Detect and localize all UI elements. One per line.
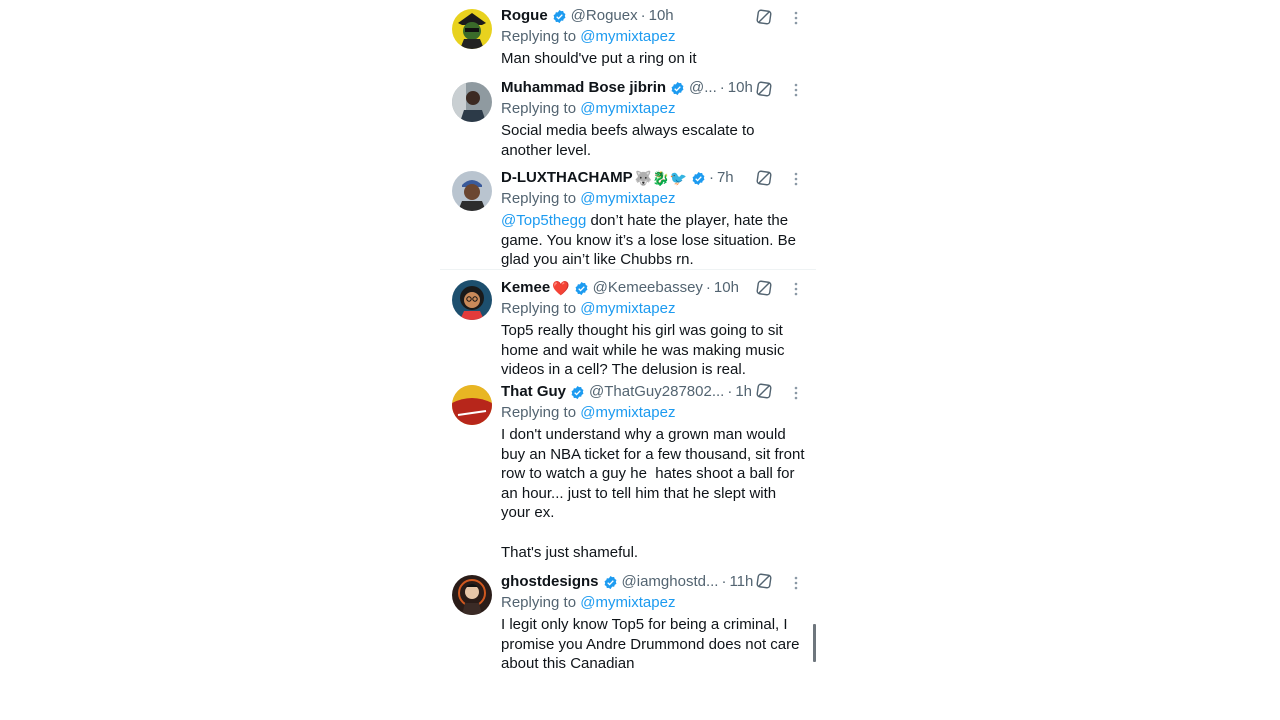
author-handle[interactable]: @Roguex xyxy=(571,6,638,26)
separator-dot: · xyxy=(705,279,711,296)
reply-feed: Rogue @Roguex · 10h Replying to @mymixta… xyxy=(440,0,816,720)
verified-badge-icon xyxy=(691,171,706,186)
author-name[interactable]: Muhammad Bose jibrin xyxy=(501,78,666,98)
avatar-cartoon-icon[interactable] xyxy=(452,9,492,49)
reply-item[interactable]: Rogue @Roguex · 10h Replying to @mymixta… xyxy=(440,6,816,70)
grok-icon[interactable] xyxy=(755,382,773,400)
more-options-icon[interactable] xyxy=(788,82,804,98)
reply-text: I don't understand why a grown man would… xyxy=(501,426,805,561)
reply-text: Top5 really thought his girl was going t… xyxy=(501,322,789,379)
timestamp[interactable]: 1h xyxy=(735,382,752,402)
separator-dot: · xyxy=(719,79,725,96)
author-handle[interactable]: @iamghostd... xyxy=(622,572,719,592)
replying-to-mention[interactable]: @mymixtapez xyxy=(580,594,675,611)
author-handle[interactable]: @Kemeebassey xyxy=(593,278,703,298)
timestamp[interactable]: 10h xyxy=(649,6,674,26)
replying-to-line: Replying to @mymixtapez xyxy=(501,189,806,211)
replying-prefix: Replying to xyxy=(501,190,577,207)
avatar-logo-icon[interactable] xyxy=(452,385,492,425)
replying-to-mention[interactable]: @mymixtapez xyxy=(580,300,675,317)
reply-text: I legit only know Top5 for being a crimi… xyxy=(501,616,804,673)
separator-dot: · xyxy=(727,383,733,400)
timestamp[interactable]: 10h xyxy=(728,78,753,98)
replying-to-line: Replying to @mymixtapez xyxy=(501,27,806,49)
avatar-photo-icon[interactable] xyxy=(452,171,492,211)
separator-dot: · xyxy=(708,169,714,186)
replying-to-line: Replying to @mymixtapez xyxy=(501,593,806,615)
grok-icon[interactable] xyxy=(755,80,773,98)
replying-prefix: Replying to xyxy=(501,28,577,45)
more-options-icon[interactable] xyxy=(788,171,804,187)
reply-item[interactable]: Kemee ❤️ @Kemeebassey · 10h Replying to … xyxy=(440,278,816,378)
replying-to-line: Replying to @mymixtapez xyxy=(501,403,806,425)
replying-to-line: Replying to @mymixtapez xyxy=(501,99,806,121)
text-mention[interactable]: @Top5thegg xyxy=(501,212,586,229)
grok-icon[interactable] xyxy=(755,169,773,187)
more-options-icon[interactable] xyxy=(788,281,804,297)
replying-to-line: Replying to @mymixtapez xyxy=(501,299,806,321)
name-emoji: ❤️ xyxy=(552,280,570,296)
reply-text: Social media beefs always escalate to an… xyxy=(501,122,759,159)
replying-prefix: Replying to xyxy=(501,300,577,317)
reply-text: @Top5thegg don’t hate the player, hate t… xyxy=(501,211,806,270)
grok-icon[interactable] xyxy=(755,8,773,26)
author-name[interactable]: Rogue xyxy=(501,6,548,26)
reply-item[interactable]: That Guy @ThatGuy287802... · 1h Replying… xyxy=(440,382,816,564)
timestamp[interactable]: 7h xyxy=(717,168,734,188)
author-handle[interactable]: @ThatGuy287802... xyxy=(589,382,724,402)
name-emoji: 🐺🐉🐦 xyxy=(634,170,687,186)
more-options-icon[interactable] xyxy=(788,10,804,26)
replying-prefix: Replying to xyxy=(501,594,577,611)
verified-badge-icon xyxy=(574,281,589,296)
avatar-character-icon[interactable] xyxy=(452,575,492,615)
verified-badge-icon xyxy=(603,575,618,590)
grok-icon[interactable] xyxy=(755,279,773,297)
timestamp[interactable]: 10h xyxy=(714,278,739,298)
more-options-icon[interactable] xyxy=(788,575,804,591)
grok-icon[interactable] xyxy=(755,572,773,590)
author-name[interactable]: Kemee xyxy=(501,278,550,298)
replying-to-mention[interactable]: @mymixtapez xyxy=(580,100,675,117)
verified-badge-icon xyxy=(552,9,567,24)
scrollbar[interactable] xyxy=(813,624,816,662)
replying-to-mention[interactable]: @mymixtapez xyxy=(580,404,675,421)
separator-dot: · xyxy=(721,573,727,590)
divider xyxy=(440,269,816,270)
author-name[interactable]: D-LUXTHACHAMP xyxy=(501,168,633,188)
author-handle[interactable]: @... xyxy=(689,78,717,98)
verified-badge-icon xyxy=(670,81,685,96)
reply-item[interactable]: D-LUXTHACHAMP 🐺🐉🐦 · 7h Replying to @mymi… xyxy=(440,168,816,268)
verified-badge-icon xyxy=(570,385,585,400)
replying-prefix: Replying to xyxy=(501,100,577,117)
reply-item[interactable]: Muhammad Bose jibrin @... · 10h Replying… xyxy=(440,78,816,164)
author-name[interactable]: ghostdesigns xyxy=(501,572,599,592)
reply-text: Man should've put a ring on it xyxy=(501,50,697,67)
timestamp[interactable]: 11h xyxy=(729,572,753,592)
replying-to-mention[interactable]: @mymixtapez xyxy=(580,28,675,45)
replying-to-mention[interactable]: @mymixtapez xyxy=(580,190,675,207)
avatar-illustration-icon[interactable] xyxy=(452,280,492,320)
more-options-icon[interactable] xyxy=(788,385,804,401)
avatar-photo-icon[interactable] xyxy=(452,82,492,122)
reply-item[interactable]: ghostdesigns @iamghostd... · 11h Replyin… xyxy=(440,572,816,678)
replying-prefix: Replying to xyxy=(501,404,577,421)
separator-dot: · xyxy=(640,7,646,24)
author-name[interactable]: That Guy xyxy=(501,382,566,402)
